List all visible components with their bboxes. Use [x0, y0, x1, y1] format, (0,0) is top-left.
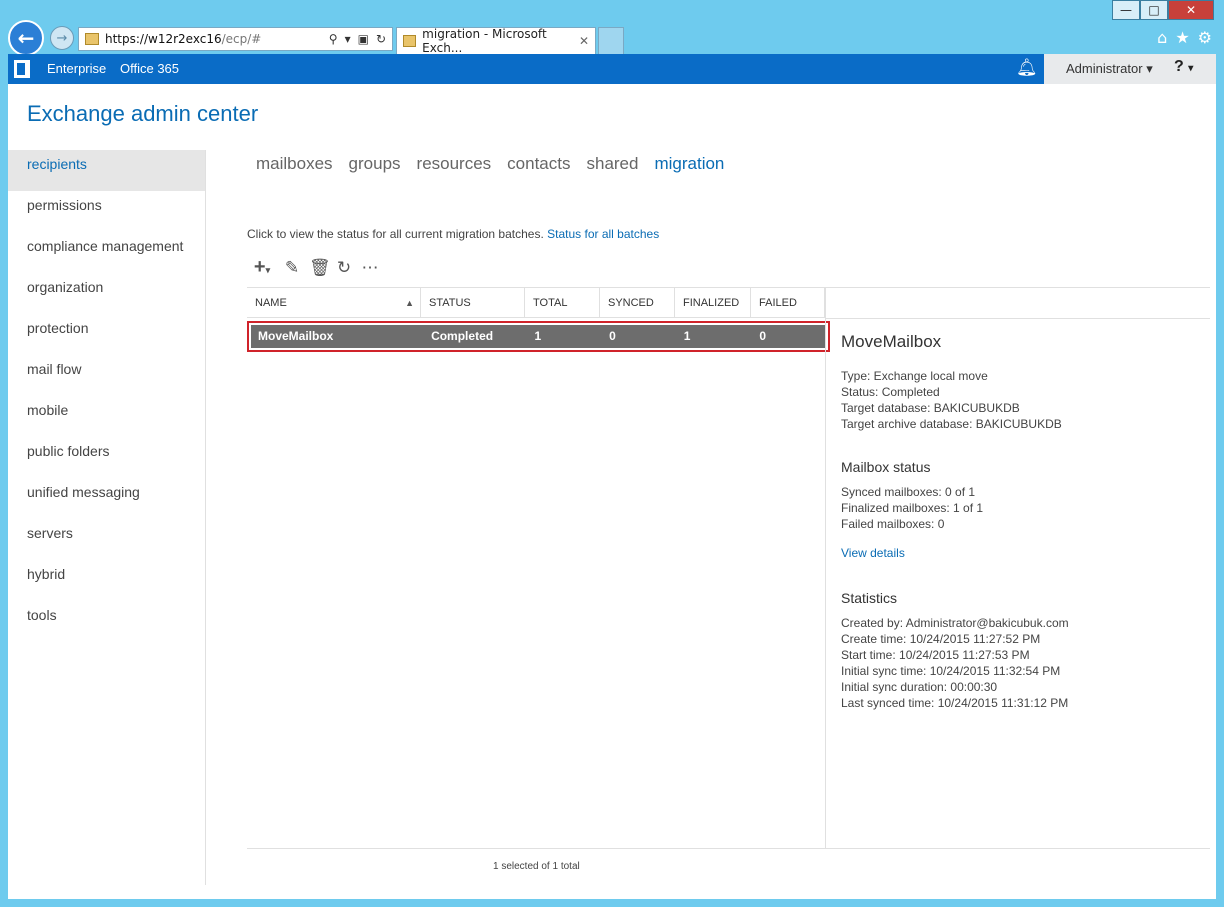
tab-groups[interactable]: groups: [349, 154, 401, 174]
url-host: https://w12r2exc16: [105, 32, 222, 46]
dropdown-icon[interactable]: ▾: [345, 32, 351, 46]
user-name[interactable]: Administrator ▾: [1066, 61, 1153, 77]
address-bar[interactable]: https://w12r2exc16/ecp/# ⚲ ▾ ▣ ↻: [78, 27, 393, 51]
info-text: Click to view the status for all current…: [247, 227, 660, 241]
last-synced-time: Last synced time: 10/24/2015 11:31:12 PM: [841, 696, 1069, 710]
cell-finalized: 1: [683, 329, 691, 343]
detail-pane: MoveMailbox Type: Exchange local move St…: [841, 332, 1201, 711]
window-controls: — □ ✕: [1112, 0, 1214, 20]
nav-item-mail-flow[interactable]: mail flow: [8, 355, 205, 396]
nav-item-servers[interactable]: servers: [8, 519, 205, 560]
sort-asc-icon: ▲: [405, 298, 414, 308]
bell-icon[interactable]: 🔔︎: [1016, 58, 1038, 78]
detail-divider: [825, 287, 826, 849]
lock-icon[interactable]: ▣: [358, 32, 369, 46]
detail-status: Status: Completed: [841, 385, 940, 399]
tab-contacts[interactable]: contacts: [507, 154, 570, 174]
tab-favicon-icon: [403, 35, 417, 47]
cell-status: Completed: [431, 329, 494, 343]
footer-divider: [247, 848, 1210, 849]
start-time: Start time: 10/24/2015 11:27:53 PM: [841, 648, 1030, 662]
forward-button[interactable]: →: [50, 26, 74, 50]
gear-icon[interactable]: ⚙: [1198, 28, 1212, 47]
detail-target-db: Target database: BAKICUBUKDB: [841, 401, 1020, 415]
tab-mailboxes[interactable]: mailboxes: [256, 154, 333, 174]
favicon-icon: [85, 33, 99, 45]
synced-mailboxes: Synced mailboxes: 0 of 1: [841, 485, 976, 499]
suite-bar: Enterprise Office 365 🔔︎ Administrator ▾…: [8, 54, 1216, 84]
browser-chrome: — □ ✕ ← → https://w12r2exc16/ecp/# ⚲ ▾ ▣…: [0, 0, 1224, 56]
url-path: /ecp/#: [221, 32, 262, 46]
edit-icon[interactable]: ✎: [283, 258, 301, 278]
page: Exchange admin center recipients permiss…: [8, 84, 1216, 899]
create-time: Create time: 10/24/2015 11:27:52 PM: [841, 632, 1041, 646]
grid-header-extension: [825, 287, 1210, 319]
col-status[interactable]: STATUS: [421, 288, 525, 317]
left-nav: recipients permissions compliance manage…: [8, 150, 206, 885]
tab-close-icon[interactable]: ✕: [579, 34, 589, 48]
enterprise-link[interactable]: Enterprise: [47, 61, 106, 76]
nav-item-recipients[interactable]: recipients: [8, 150, 205, 191]
browser-tab[interactable]: migration - Microsoft Exch... ✕: [396, 27, 596, 55]
search-icon[interactable]: ⚲: [329, 32, 338, 46]
initial-sync-duration: Initial sync duration: 00:00:30: [841, 680, 998, 694]
nav-item-mobile[interactable]: mobile: [8, 396, 205, 437]
status-all-batches-link[interactable]: Status for all batches: [547, 227, 659, 241]
nav-item-public-folders[interactable]: public folders: [8, 437, 205, 478]
nav-item-tools[interactable]: tools: [8, 601, 205, 642]
refresh-icon[interactable]: ↻: [376, 32, 386, 46]
office365-link[interactable]: Office 365: [120, 61, 179, 76]
detail-type: Type: Exchange local move: [841, 369, 988, 383]
nav-item-compliance-management[interactable]: compliance management: [8, 232, 205, 273]
table-row[interactable]: MoveMailbox Completed 1 0 1 0: [247, 321, 830, 352]
tab-migration[interactable]: migration: [654, 154, 724, 174]
delete-icon[interactable]: 🗑︎: [309, 258, 331, 278]
app-title: Exchange admin center: [27, 101, 259, 126]
col-synced[interactable]: SYNCED: [600, 288, 675, 317]
nav-item-organization[interactable]: organization: [8, 273, 205, 314]
detail-title: MoveMailbox: [841, 332, 942, 351]
close-window-button[interactable]: ✕: [1168, 0, 1214, 20]
nav-item-protection[interactable]: protection: [8, 314, 205, 355]
statistics-heading: Statistics: [841, 590, 898, 606]
col-finalized[interactable]: FINALIZED: [675, 288, 751, 317]
col-name[interactable]: NAME ▲: [247, 288, 421, 317]
maximize-button[interactable]: □: [1140, 0, 1168, 20]
tab-resources[interactable]: resources: [417, 154, 492, 174]
detail-target-archive-db: Target archive database: BAKICUBUKDB: [841, 417, 1062, 431]
cell-failed: 0: [759, 329, 767, 343]
new-tab-button[interactable]: [598, 27, 624, 54]
user-menu[interactable]: Administrator ▾ ? ▾: [1044, 54, 1216, 84]
add-icon[interactable]: +▾: [249, 256, 275, 279]
office-logo-icon[interactable]: [14, 60, 30, 78]
created-by: Created by: Administrator@bakicubuk.com: [841, 616, 1069, 630]
view-details-link[interactable]: View details: [841, 546, 1201, 560]
col-total[interactable]: TOTAL: [525, 288, 600, 317]
selection-count: 1 selected of 1 total: [493, 861, 580, 872]
col-failed[interactable]: FAILED: [751, 288, 825, 317]
nav-item-hybrid[interactable]: hybrid: [8, 560, 205, 601]
star-icon[interactable]: ★: [1175, 28, 1189, 47]
home-icon[interactable]: ⌂: [1157, 28, 1167, 47]
refresh-icon[interactable]: ↻: [335, 258, 353, 278]
sub-tabs: mailboxes groups resources contacts shar…: [256, 154, 724, 174]
cell-name: MoveMailbox: [258, 329, 334, 343]
more-icon[interactable]: ⋯: [361, 258, 379, 278]
help-menu[interactable]: ? ▾: [1174, 58, 1193, 76]
nav-item-permissions[interactable]: permissions: [8, 191, 205, 232]
nav-item-unified-messaging[interactable]: unified messaging: [8, 478, 205, 519]
tab-shared[interactable]: shared: [586, 154, 638, 174]
cell-synced: 0: [609, 329, 616, 343]
grid-header: NAME ▲ STATUS TOTAL SYNCED FINALIZED FAIL…: [247, 287, 825, 318]
toolbar: +▾ ✎ 🗑︎ ↻ ⋯: [249, 256, 379, 279]
cell-total: 1: [534, 329, 542, 343]
mailbox-status-heading: Mailbox status: [841, 459, 931, 475]
failed-mailboxes: Failed mailboxes: 0: [841, 517, 945, 531]
minimize-button[interactable]: —: [1112, 0, 1140, 20]
finalized-mailboxes: Finalized mailboxes: 1 of 1: [841, 501, 984, 515]
migration-batch-grid: NAME ▲ STATUS TOTAL SYNCED FINALIZED FAIL…: [247, 287, 830, 352]
back-button[interactable]: ←: [8, 20, 44, 56]
initial-sync-time: Initial sync time: 10/24/2015 11:32:54 P…: [841, 664, 1061, 678]
tab-title: migration - Microsoft Exch...: [422, 27, 547, 55]
